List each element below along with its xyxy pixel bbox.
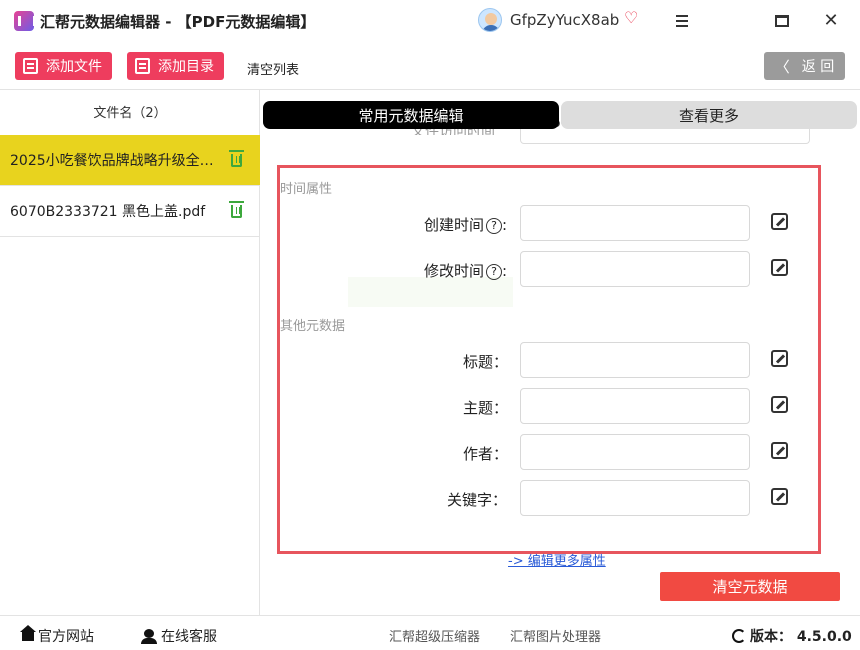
file-name: 2025小吃餐饮品牌战略升级全案... [10, 153, 220, 169]
edit-icon[interactable] [771, 350, 788, 367]
section-time-label: 时间属性 [280, 182, 333, 197]
add-folder-icon [135, 58, 150, 74]
vip-diamond-icon[interactable]: ♡ [624, 9, 638, 27]
customer-service-icon [141, 628, 157, 644]
keywords-label: 关键字： [447, 491, 508, 509]
title-bar: 汇帮元数据编辑器 - 【PDF元数据编辑】 GfpZyYucX8ab ♡ ✕ [0, 0, 860, 42]
file-list-panel: 文件名（2） 2025小吃餐饮品牌战略升级全案... 6070B2333721 … [0, 90, 260, 615]
image-tool-link[interactable]: 汇帮图片处理器 [510, 626, 601, 645]
clear-list-button[interactable]: 清空列表 [247, 59, 299, 78]
add-folder-button[interactable]: 添加目录 [127, 52, 224, 80]
file-row[interactable]: 2025小吃餐饮品牌战略升级全案... [0, 135, 260, 186]
section-other-label: 其他元数据 [280, 319, 346, 334]
created-time-input[interactable] [520, 205, 750, 241]
help-icon[interactable]: ? [486, 264, 503, 280]
subject-input[interactable] [520, 388, 750, 424]
maximize-icon[interactable] [771, 10, 793, 32]
add-folder-label: 添加目录 [158, 59, 214, 75]
tab-view-more[interactable]: 查看更多 [561, 101, 857, 129]
help-icon[interactable]: ? [486, 218, 503, 234]
back-label: 返 回 [801, 59, 835, 75]
file-name: 6070B2333721 黑色上盖.pdf [10, 204, 206, 220]
title-input[interactable] [520, 342, 750, 378]
footer: 官方网站 在线客服 汇帮超级压缩器 汇帮图片处理器 版本： 4.5.0.0 [0, 615, 860, 650]
website-label: 官方网站 [38, 629, 94, 645]
version-label: 版本： 4.5.0.0 [750, 629, 852, 645]
menu-icon[interactable] [671, 10, 693, 32]
back-button[interactable]: 〈 返 回 [764, 52, 845, 80]
file-list-header: 文件名（2） [93, 106, 167, 121]
username[interactable]: GfpZyYucX8ab [510, 11, 619, 29]
tab-common-metadata[interactable]: 常用元数据编辑 [263, 101, 559, 129]
close-icon[interactable]: ✕ [820, 10, 842, 32]
window-title: 汇帮元数据编辑器 - 【PDF元数据编辑】 [40, 13, 316, 31]
add-file-label: 添加文件 [46, 59, 102, 75]
add-file-icon [23, 58, 38, 74]
edit-icon[interactable] [771, 442, 788, 459]
toolbar: 添加文件 添加目录 清空列表 〈 返 回 [0, 42, 860, 90]
version-info: 版本： 4.5.0.0 [732, 626, 852, 646]
file-row[interactable]: 6070B2333721 黑色上盖.pdf [0, 186, 260, 237]
colon: : [502, 216, 508, 234]
trash-icon[interactable] [229, 150, 244, 167]
modified-time-input[interactable] [520, 251, 750, 287]
trash-icon[interactable] [229, 201, 244, 218]
chevron-left-icon: 〈 [774, 57, 790, 76]
compressor-link[interactable]: 汇帮超级压缩器 [389, 626, 480, 645]
watermark [348, 277, 513, 307]
author-label: 作者： [463, 445, 509, 463]
colon: : [502, 262, 508, 280]
edit-icon[interactable] [771, 396, 788, 413]
title-label: 标题： [463, 353, 509, 371]
add-file-button[interactable]: 添加文件 [15, 52, 112, 80]
clear-metadata-button[interactable]: 清空元数据 [660, 572, 840, 601]
support-link[interactable]: 在线客服 [141, 626, 217, 646]
refresh-icon[interactable] [732, 629, 746, 643]
created-time-text: 创建时间 [424, 216, 485, 234]
modified-time-text: 修改时间 [424, 262, 485, 280]
subject-label: 主题： [463, 399, 509, 417]
edit-more-link[interactable]: -> 编辑更多属性 [508, 550, 606, 569]
home-icon [20, 625, 36, 642]
keywords-input[interactable] [520, 480, 750, 516]
app-window: 汇帮元数据编辑器 - 【PDF元数据编辑】 GfpZyYucX8ab ♡ ✕ 添… [0, 0, 860, 650]
edit-icon[interactable] [771, 213, 788, 230]
created-time-label: 创建时间?: [424, 214, 507, 235]
support-label: 在线客服 [161, 629, 217, 645]
website-link[interactable]: 官方网站 [20, 625, 94, 646]
user-avatar[interactable] [478, 8, 502, 32]
edit-icon[interactable] [771, 259, 788, 276]
author-input[interactable] [520, 434, 750, 470]
edit-icon[interactable] [771, 488, 788, 505]
app-logo-icon [14, 11, 36, 31]
modified-time-label: 修改时间?: [424, 260, 507, 281]
